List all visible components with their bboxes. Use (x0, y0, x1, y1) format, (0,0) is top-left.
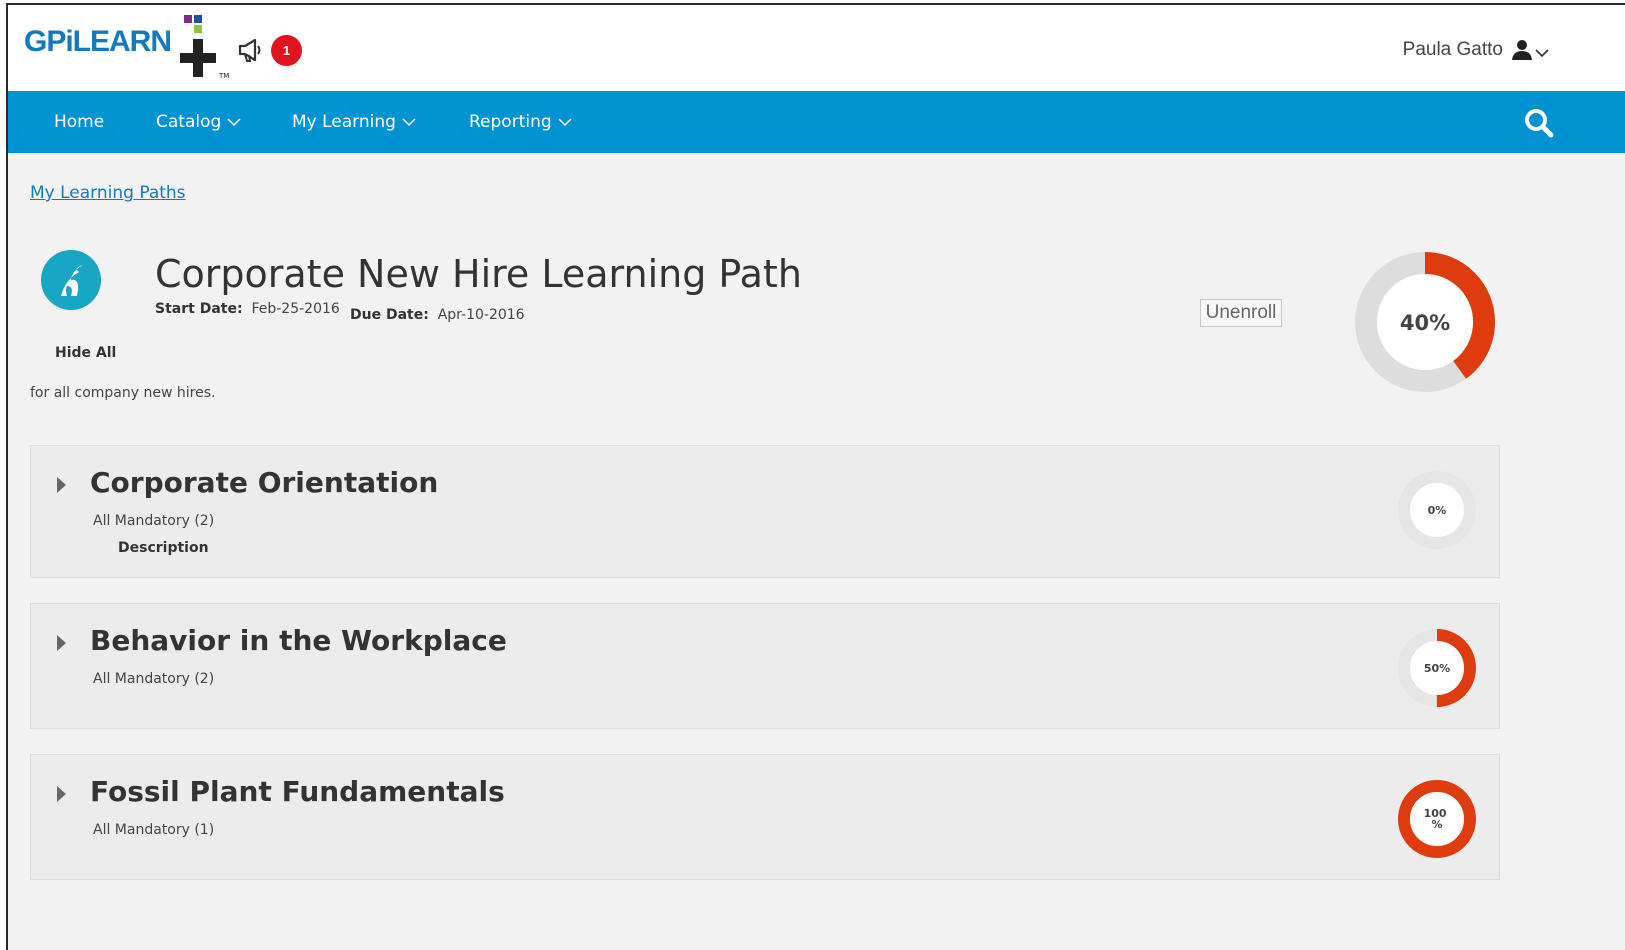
unenroll-button[interactable]: Unenroll (1200, 299, 1282, 327)
course-requirement: All Mandatory (2) (93, 671, 215, 687)
user-icon (1512, 40, 1532, 60)
course-progress-donut: 100 % (1397, 779, 1477, 859)
notification-badge[interactable]: 1 (271, 35, 302, 66)
course-description-toggle[interactable]: Description (118, 540, 209, 556)
nav-my-learning-label: My Learning (292, 112, 396, 132)
course-title[interactable]: Corporate Orientation (90, 466, 438, 499)
caret-right-icon[interactable] (55, 634, 67, 652)
search-icon[interactable] (1523, 107, 1555, 139)
chevron-down-icon (1535, 49, 1549, 58)
start-date-value: Feb-25-2016 (251, 301, 340, 317)
due-date: Due Date: Apr-10-2016 (350, 307, 525, 323)
due-date-label: Due Date: (350, 307, 429, 323)
breadcrumb-my-learning-paths[interactable]: My Learning Paths (30, 183, 186, 203)
caret-right-icon[interactable] (55, 476, 67, 494)
gpilearn-logo[interactable]: GPiLEARN TM (24, 15, 229, 83)
nav-catalog[interactable]: Catalog (156, 91, 241, 153)
course-progress-label: 0% (1428, 504, 1447, 517)
chevron-down-icon (402, 117, 416, 126)
nav-my-learning[interactable]: My Learning (292, 91, 416, 153)
path-progress-label: 40% (1400, 311, 1450, 335)
megaphone-icon[interactable] (236, 37, 266, 63)
course-progress-label: 50% (1424, 662, 1450, 675)
start-date: Start Date: Feb-25-2016 (155, 301, 340, 317)
user-menu[interactable]: Paula Gatto (1403, 35, 1549, 65)
page-title: Corporate New Hire Learning Path (155, 252, 802, 296)
path-progress-donut: 40% (1353, 250, 1497, 394)
course-card-fossil-plant-fundamentals: Fossil Plant Fundamentals All Mandatory … (30, 754, 1500, 880)
due-date-value: Apr-10-2016 (437, 307, 525, 323)
course-requirement: All Mandatory (2) (93, 513, 215, 529)
nav-home-label: Home (54, 112, 105, 132)
nav-home[interactable]: Home (54, 91, 104, 153)
chevron-down-icon (558, 117, 572, 126)
course-progress-donut: 0% (1397, 470, 1477, 550)
hide-all-toggle[interactable]: Hide All (55, 345, 116, 361)
top-header: GPiLEARN TM 1 Paula Gatto (8, 5, 1625, 91)
course-card-behavior-in-the-workplace: Behavior in the Workplace All Mandatory … (30, 603, 1500, 729)
start-date-label: Start Date: (155, 301, 243, 317)
logo-trademark: TM (219, 72, 230, 80)
main-nav: Home Catalog My Learning Reporting (8, 91, 1625, 153)
caret-right-icon[interactable] (55, 785, 67, 803)
app-window: GPiLEARN TM 1 Paula Gatto Home Catalog M… (6, 3, 1625, 950)
logo-squares (184, 15, 210, 41)
nav-reporting-label: Reporting (469, 112, 552, 132)
nav-catalog-label: Catalog (156, 112, 222, 132)
course-card-corporate-orientation: Corporate Orientation All Mandatory (2) … (30, 445, 1500, 578)
course-progress-donut: 50% (1397, 628, 1477, 708)
course-title[interactable]: Fossil Plant Fundamentals (90, 775, 505, 808)
course-title[interactable]: Behavior in the Workplace (90, 624, 507, 657)
course-requirement: All Mandatory (1) (93, 822, 215, 838)
course-progress-label-line2: % (1431, 818, 1442, 831)
nav-reporting[interactable]: Reporting (469, 91, 572, 153)
user-name: Paula Gatto (1402, 39, 1503, 60)
logo-plus (180, 39, 216, 77)
chevron-down-icon (227, 117, 241, 126)
road-icon (41, 250, 101, 310)
logo-text: GPiLEARN (24, 25, 172, 58)
path-description: for all company new hires. (30, 385, 216, 401)
